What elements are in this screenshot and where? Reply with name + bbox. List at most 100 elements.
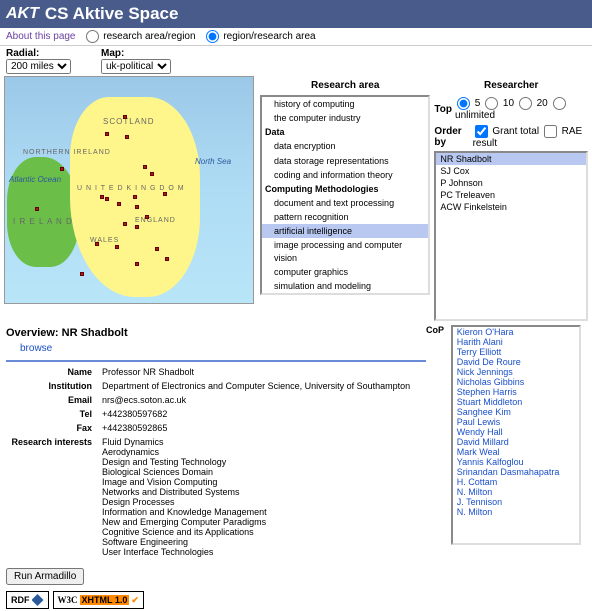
map-label-ni: NORTHERN IRELAND: [23, 149, 111, 156]
map-city-dot[interactable]: [145, 215, 149, 219]
cop-person[interactable]: David De Roure: [453, 357, 579, 367]
map-select[interactable]: uk-political: [101, 59, 171, 74]
ra-item[interactable]: simulation and modeling: [262, 279, 428, 293]
ra-item[interactable]: artificial intelligence: [262, 224, 428, 238]
ra-item[interactable]: the computer industry: [262, 111, 428, 125]
ra-item[interactable]: computer graphics: [262, 265, 428, 279]
cop-person[interactable]: J. Tennison: [453, 497, 579, 507]
map-city-dot[interactable]: [117, 202, 121, 206]
cop-person[interactable]: Nick Jennings: [453, 367, 579, 377]
map-city-dot[interactable]: [123, 222, 127, 226]
top-radio[interactable]: 10: [483, 98, 517, 109]
ra-category: Data: [262, 125, 428, 139]
map-city-dot[interactable]: [123, 115, 127, 119]
ra-item[interactable]: image processing and computer vision: [262, 238, 428, 264]
cop-person[interactable]: Harith Alani: [453, 337, 579, 347]
ra-item[interactable]: history of computing: [262, 97, 428, 111]
radial-select[interactable]: 200 miles: [6, 59, 71, 74]
researcher-item[interactable]: ACW Finkelstein: [436, 201, 586, 213]
cop-person[interactable]: H. Cottam: [453, 477, 579, 487]
cop-person[interactable]: Terry Elliott: [453, 347, 579, 357]
cop-person[interactable]: David Millard: [453, 437, 579, 447]
rdf-badge[interactable]: RDF: [6, 591, 49, 609]
map-label: Map:: [101, 48, 171, 59]
map-city-dot[interactable]: [100, 195, 104, 199]
researcher-heading: Researcher: [434, 76, 588, 95]
researcher-item[interactable]: NR Shadbolt: [436, 153, 586, 165]
map-city-dot[interactable]: [165, 257, 169, 261]
research-area-heading: Research area: [260, 76, 430, 95]
top-radio[interactable]: 20: [517, 98, 551, 109]
cop-person[interactable]: N. Milton: [453, 507, 579, 517]
app-title: CS Aktive Space: [45, 4, 179, 24]
map-city-dot[interactable]: [35, 207, 39, 211]
controls-row: Radial: 200 miles Map: uk-political: [0, 46, 592, 76]
map-city-dot[interactable]: [163, 192, 167, 196]
cop-person[interactable]: Stephen Harris: [453, 387, 579, 397]
rdf-icon: [32, 594, 44, 606]
top-radio[interactable]: 5: [455, 98, 483, 109]
cop-person[interactable]: Sanghee Kim: [453, 407, 579, 417]
map-view[interactable]: Atlantic Ocean North Sea SCOTLAND NORTHE…: [4, 76, 254, 304]
mode-radio-1[interactable]: research area/region: [84, 30, 196, 43]
map-city-dot[interactable]: [105, 197, 109, 201]
map-label-scotland: SCOTLAND: [103, 117, 155, 126]
ra-item[interactable]: document and text processing: [262, 196, 428, 210]
map-city-dot[interactable]: [135, 225, 139, 229]
logo: AKT: [6, 5, 39, 23]
badges-row: RDF W3C XHTML 1.0 ✔: [0, 589, 592, 611]
browse-link[interactable]: browse: [6, 341, 426, 358]
researcher-item[interactable]: PC Treleaven: [436, 189, 586, 201]
app-header: AKT CS Aktive Space: [0, 0, 592, 28]
map-label-northsea: North Sea: [195, 157, 231, 166]
map-city-dot[interactable]: [150, 172, 154, 176]
map-label-uk: U N I T E D K I N G D O M: [77, 185, 185, 192]
map-label-ireland: I R E L A N D: [13, 217, 73, 226]
cop-person[interactable]: Srinandan Dasmahapatra: [453, 467, 579, 477]
radial-label: Radial:: [6, 48, 71, 59]
map-city-dot[interactable]: [135, 205, 139, 209]
researcher-item[interactable]: SJ Cox: [436, 165, 586, 177]
map-city-dot[interactable]: [133, 195, 137, 199]
cop-person[interactable]: Nicholas Gibbins: [453, 377, 579, 387]
cop-person[interactable]: Wendy Hall: [453, 427, 579, 437]
orderby-row: Order by Grant total RAE result: [434, 123, 588, 151]
cop-person[interactable]: Paul Lewis: [453, 417, 579, 427]
map-city-dot[interactable]: [155, 247, 159, 251]
ra-item[interactable]: symbolic and algebraic manipulation: [262, 293, 428, 295]
cop-person[interactable]: Yannis Kalfoglou: [453, 457, 579, 467]
top-row: Top 5 10 20 unlimited: [434, 95, 588, 123]
ra-item[interactable]: data storage representations: [262, 154, 428, 168]
cop-person[interactable]: N. Milton: [453, 487, 579, 497]
map-city-dot[interactable]: [60, 167, 64, 171]
map-city-dot[interactable]: [105, 132, 109, 136]
w3c-xhtml-badge[interactable]: W3C XHTML 1.0 ✔: [53, 591, 144, 609]
ra-item[interactable]: pattern recognition: [262, 210, 428, 224]
overview-heading: Overview: NR Shadbolt: [6, 325, 426, 341]
mode-row: About this page research area/region reg…: [0, 28, 592, 46]
map-city-dot[interactable]: [143, 165, 147, 169]
ra-item[interactable]: data encryption: [262, 139, 428, 153]
map-label-england: ENGLAND: [135, 217, 176, 224]
research-area-list[interactable]: history of computingthe computer industr…: [260, 95, 430, 295]
cop-list[interactable]: Kieron O'HaraHarith AlaniTerry ElliottDa…: [451, 325, 581, 545]
cop-person[interactable]: Stuart Middleton: [453, 397, 579, 407]
overview-table: NameProfessor NR ShadboltInstitutionDepa…: [6, 364, 426, 560]
map-city-dot[interactable]: [135, 262, 139, 266]
order-check[interactable]: Grant total: [473, 126, 542, 137]
map-city-dot[interactable]: [115, 245, 119, 249]
about-link[interactable]: About this page: [6, 31, 76, 42]
researcher-item[interactable]: P Johnson: [436, 177, 586, 189]
map-label-atlantic: Atlantic Ocean: [9, 175, 61, 184]
map-city-dot[interactable]: [80, 272, 84, 276]
map-city-dot[interactable]: [125, 135, 129, 139]
mode-radio-2[interactable]: region/research area: [204, 30, 316, 43]
cop-person[interactable]: Mark Weal: [453, 447, 579, 457]
run-armadillo-button[interactable]: Run Armadillo: [6, 568, 84, 585]
cop-heading: CoP: [426, 323, 448, 337]
ra-category: Computing Methodologies: [262, 182, 428, 196]
cop-person[interactable]: Kieron O'Hara: [453, 327, 579, 337]
researcher-list[interactable]: NR ShadboltSJ CoxP JohnsonPC TreleavenAC…: [434, 151, 588, 321]
ra-item[interactable]: coding and information theory: [262, 168, 428, 182]
map-city-dot[interactable]: [95, 242, 99, 246]
